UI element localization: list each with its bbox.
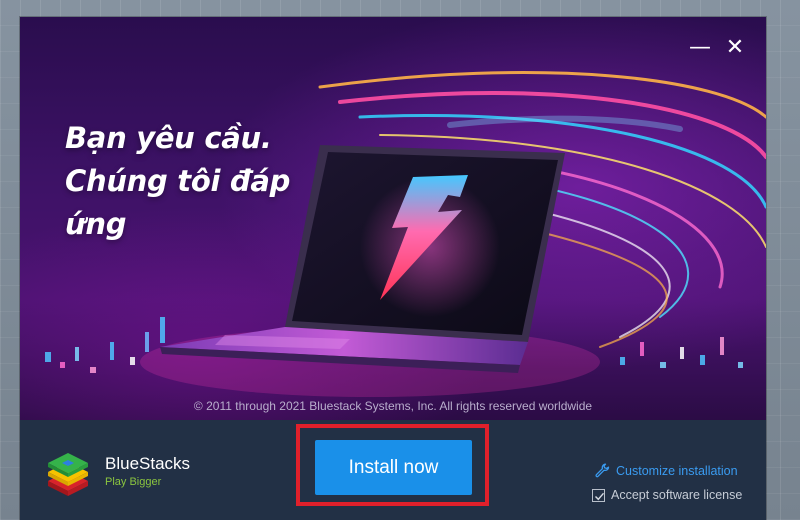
- headline-line-2: Chúng tôi đáp: [65, 164, 291, 198]
- brand-tagline: Play Bigger: [105, 476, 162, 488]
- accept-license-checkbox[interactable]: [592, 488, 605, 502]
- bluestacks-logo-icon: [48, 453, 88, 496]
- customize-installation-link[interactable]: Customize installation: [595, 463, 738, 478]
- accept-license-label: Accept software license: [611, 488, 743, 502]
- copyright-text: © 2011 through 2021 Bluestack Systems, I…: [193, 399, 593, 413]
- close-button[interactable]: ✕: [722, 35, 748, 61]
- headline-line-1: Bạn yêu cầu.: [65, 121, 272, 155]
- install-now-button[interactable]: Install now: [315, 440, 472, 495]
- promo-banner: Bạn yêu cầu. Chúng tôi đáp ứng — ✕ © 201…: [20, 17, 766, 420]
- installer-footer: BlueStacks Play Bigger Install now Custo…: [20, 420, 766, 520]
- minimize-button[interactable]: —: [687, 35, 713, 61]
- accept-license-row: Accept software license: [592, 488, 742, 502]
- checkmark-icon: [595, 492, 605, 500]
- installer-window: Bạn yêu cầu. Chúng tôi đáp ứng — ✕ © 201…: [20, 17, 766, 520]
- wrench-icon: [595, 463, 610, 478]
- customize-installation-label: Customize installation: [616, 463, 738, 478]
- banner-headline: Bạn yêu cầu. Chúng tôi đáp ứng: [65, 117, 335, 246]
- brand-name: BlueStacks: [105, 454, 191, 473]
- headline-line-3: ứng: [65, 207, 127, 241]
